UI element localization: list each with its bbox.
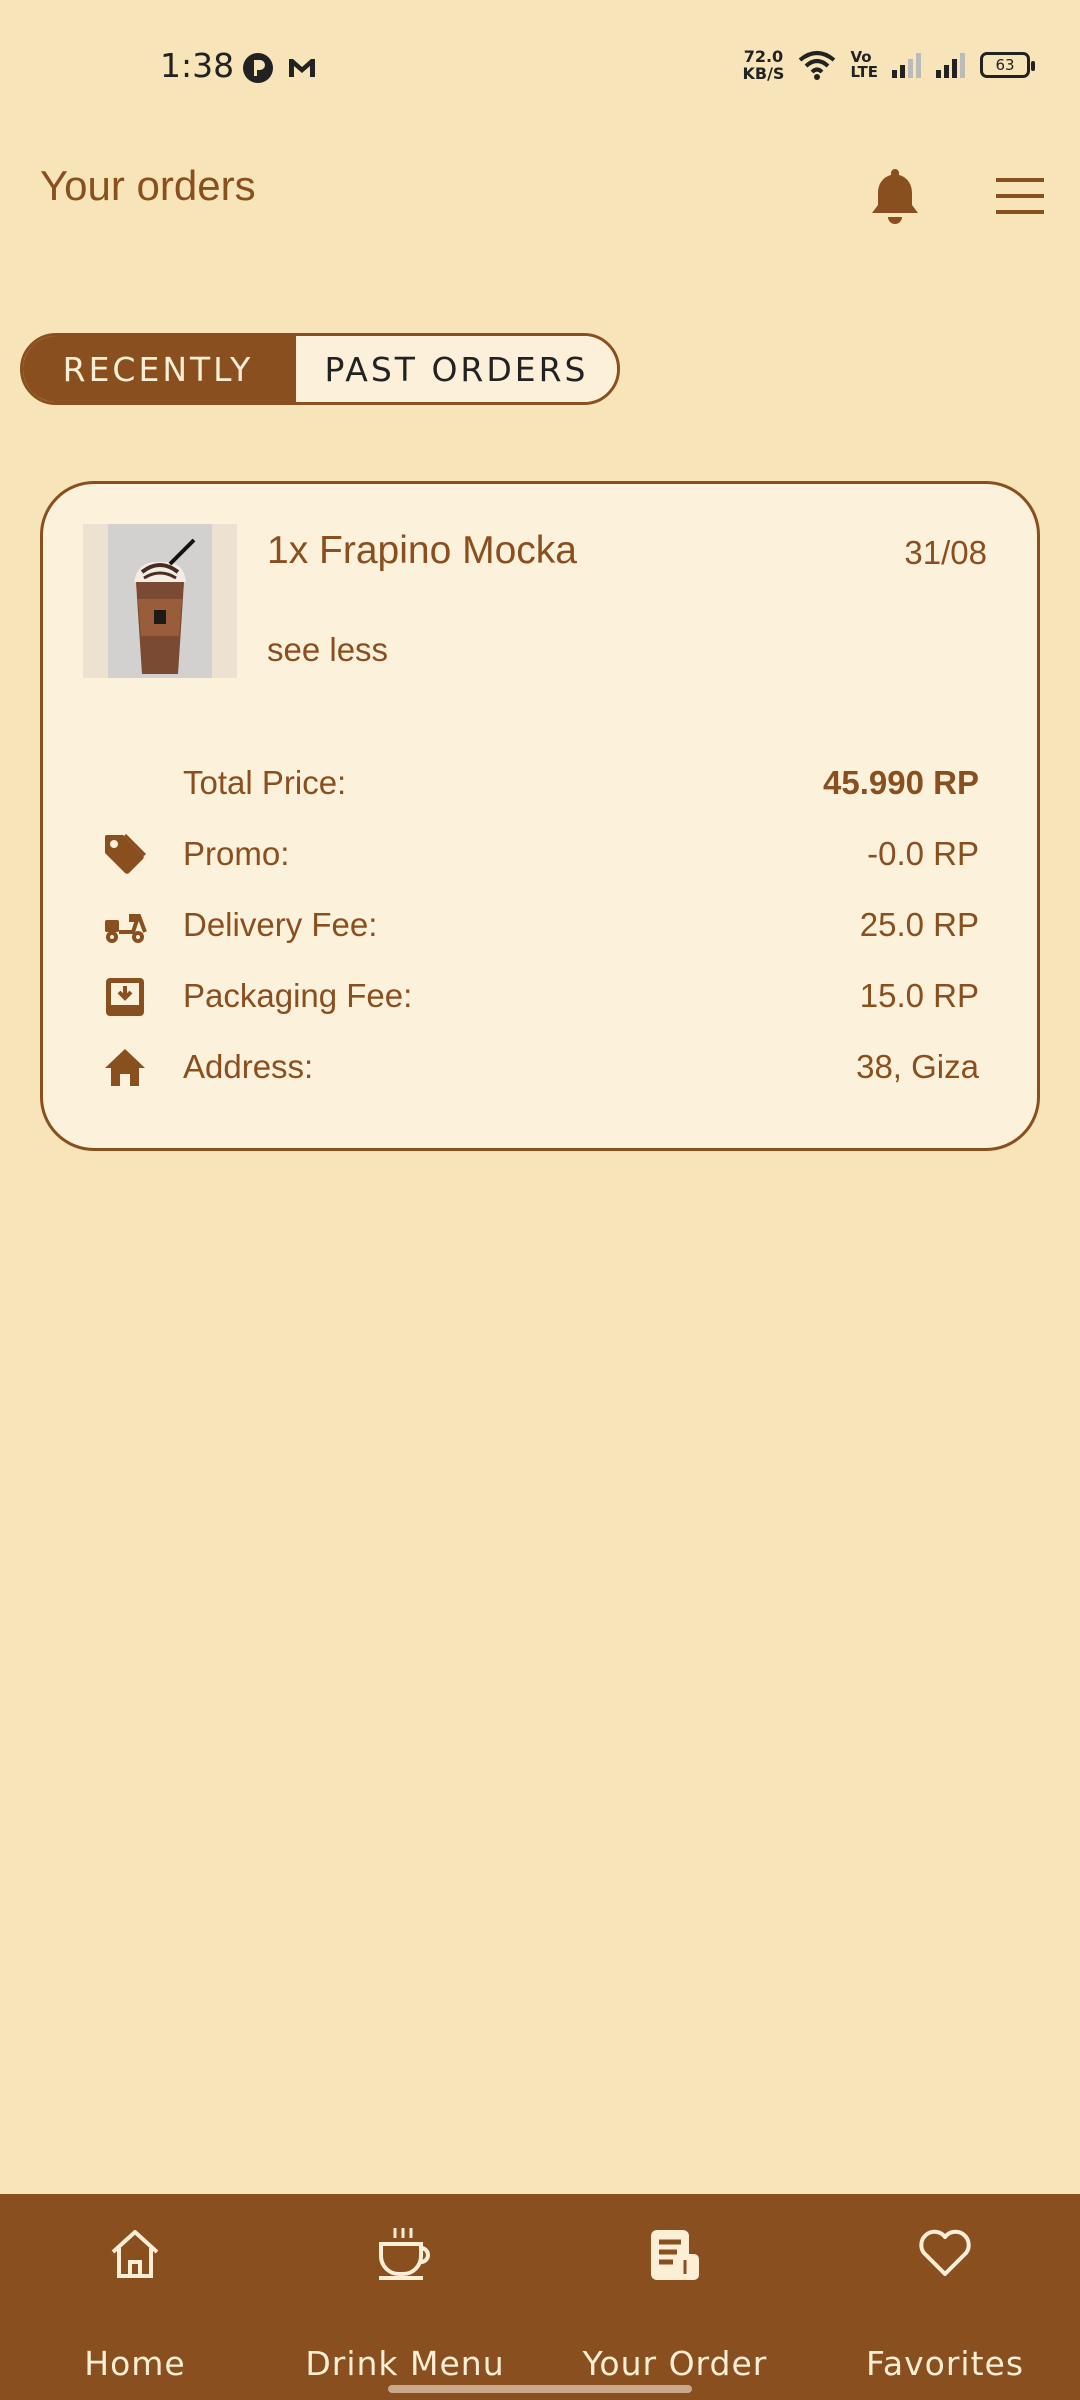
delivery-scooter-icon	[105, 914, 147, 943]
app-notification-icon	[243, 53, 273, 83]
volte-indicator: Vo LTE	[850, 48, 878, 81]
address-row: Address: 38, Giza	[43, 1038, 1037, 1098]
packaging-fee-row: Packaging Fee: 15.0 RP	[43, 967, 1037, 1027]
tab-past-orders[interactable]: PAST ORDERS	[293, 336, 617, 402]
nav-favorites-label: Favorites	[865, 2344, 1025, 2383]
tab-recently[interactable]: RECENTLY	[23, 336, 293, 402]
home-icon	[105, 1049, 145, 1086]
home-indicator[interactable]	[388, 2385, 692, 2393]
delivery-fee-value: 25.0 RP	[859, 906, 979, 943]
status-indicators: 72.0 KB/S Vo LTE 63	[742, 47, 1035, 83]
bell-icon[interactable]	[868, 166, 922, 226]
network-speed: 72.0 KB/S	[742, 47, 785, 83]
nav-your-order-label: Your Order	[582, 2344, 768, 2383]
nav-home-label: Home	[84, 2344, 186, 2383]
coffee-cup-icon	[379, 2228, 430, 2280]
frappe-drink-image	[108, 524, 212, 678]
order-date: 31/08	[904, 534, 987, 571]
home-outline-icon	[111, 2230, 159, 2278]
packaging-fee-label: Packaging Fee:	[183, 977, 413, 1014]
order-card: 1x Frapino Mocka 31/08 see less Total Pr…	[40, 481, 1040, 1151]
total-price-value: 45.990 RP	[823, 764, 979, 801]
total-price-row: Total Price: 45.990 RP	[43, 754, 1037, 814]
package-download-icon	[106, 978, 144, 1016]
promo-row: Promo: -0.0 RP	[43, 825, 1037, 885]
status-time: 1:38	[160, 46, 235, 85]
nav-home[interactable]: Home	[0, 2194, 270, 2400]
status-bar: 1:38 72.0 KB/S Vo LTE 63	[0, 0, 1080, 136]
nav-your-order[interactable]: Your Order	[540, 2194, 810, 2400]
gmail-icon	[289, 59, 315, 77]
promo-label: Promo:	[183, 835, 290, 872]
delivery-fee-label: Delivery Fee:	[183, 906, 378, 943]
page-title: Your orders	[40, 162, 256, 209]
packaging-fee-value: 15.0 RP	[859, 977, 979, 1014]
address-label: Address:	[183, 1048, 314, 1085]
order-tabs: RECENTLY PAST ORDERS	[20, 333, 620, 405]
battery-indicator: 63	[980, 52, 1035, 78]
heart-outline-icon	[919, 2229, 971, 2276]
address-value: 38, Giza	[856, 1048, 979, 1085]
product-image	[83, 524, 237, 678]
order-item-name: 1x Frapino Mocka	[267, 529, 577, 572]
see-less-link[interactable]: see less	[267, 631, 388, 669]
bottom-navigation: Home Drink Menu Your Order Favorites	[0, 2194, 1080, 2400]
promo-value: -0.0 RP	[867, 835, 979, 872]
receipt-icon	[651, 2230, 699, 2280]
nav-drink-menu[interactable]: Drink Menu	[270, 2194, 540, 2400]
wifi-icon	[799, 51, 836, 80]
signal-icon	[892, 53, 921, 78]
delivery-fee-row: Delivery Fee: 25.0 RP	[43, 896, 1037, 956]
tag-icon	[105, 833, 147, 874]
nav-favorites[interactable]: Favorites	[810, 2194, 1080, 2400]
total-price-label: Total Price:	[183, 764, 347, 801]
signal-icon	[936, 53, 965, 78]
hamburger-menu-icon[interactable]	[996, 176, 1044, 216]
nav-drink-menu-label: Drink Menu	[305, 2344, 505, 2383]
